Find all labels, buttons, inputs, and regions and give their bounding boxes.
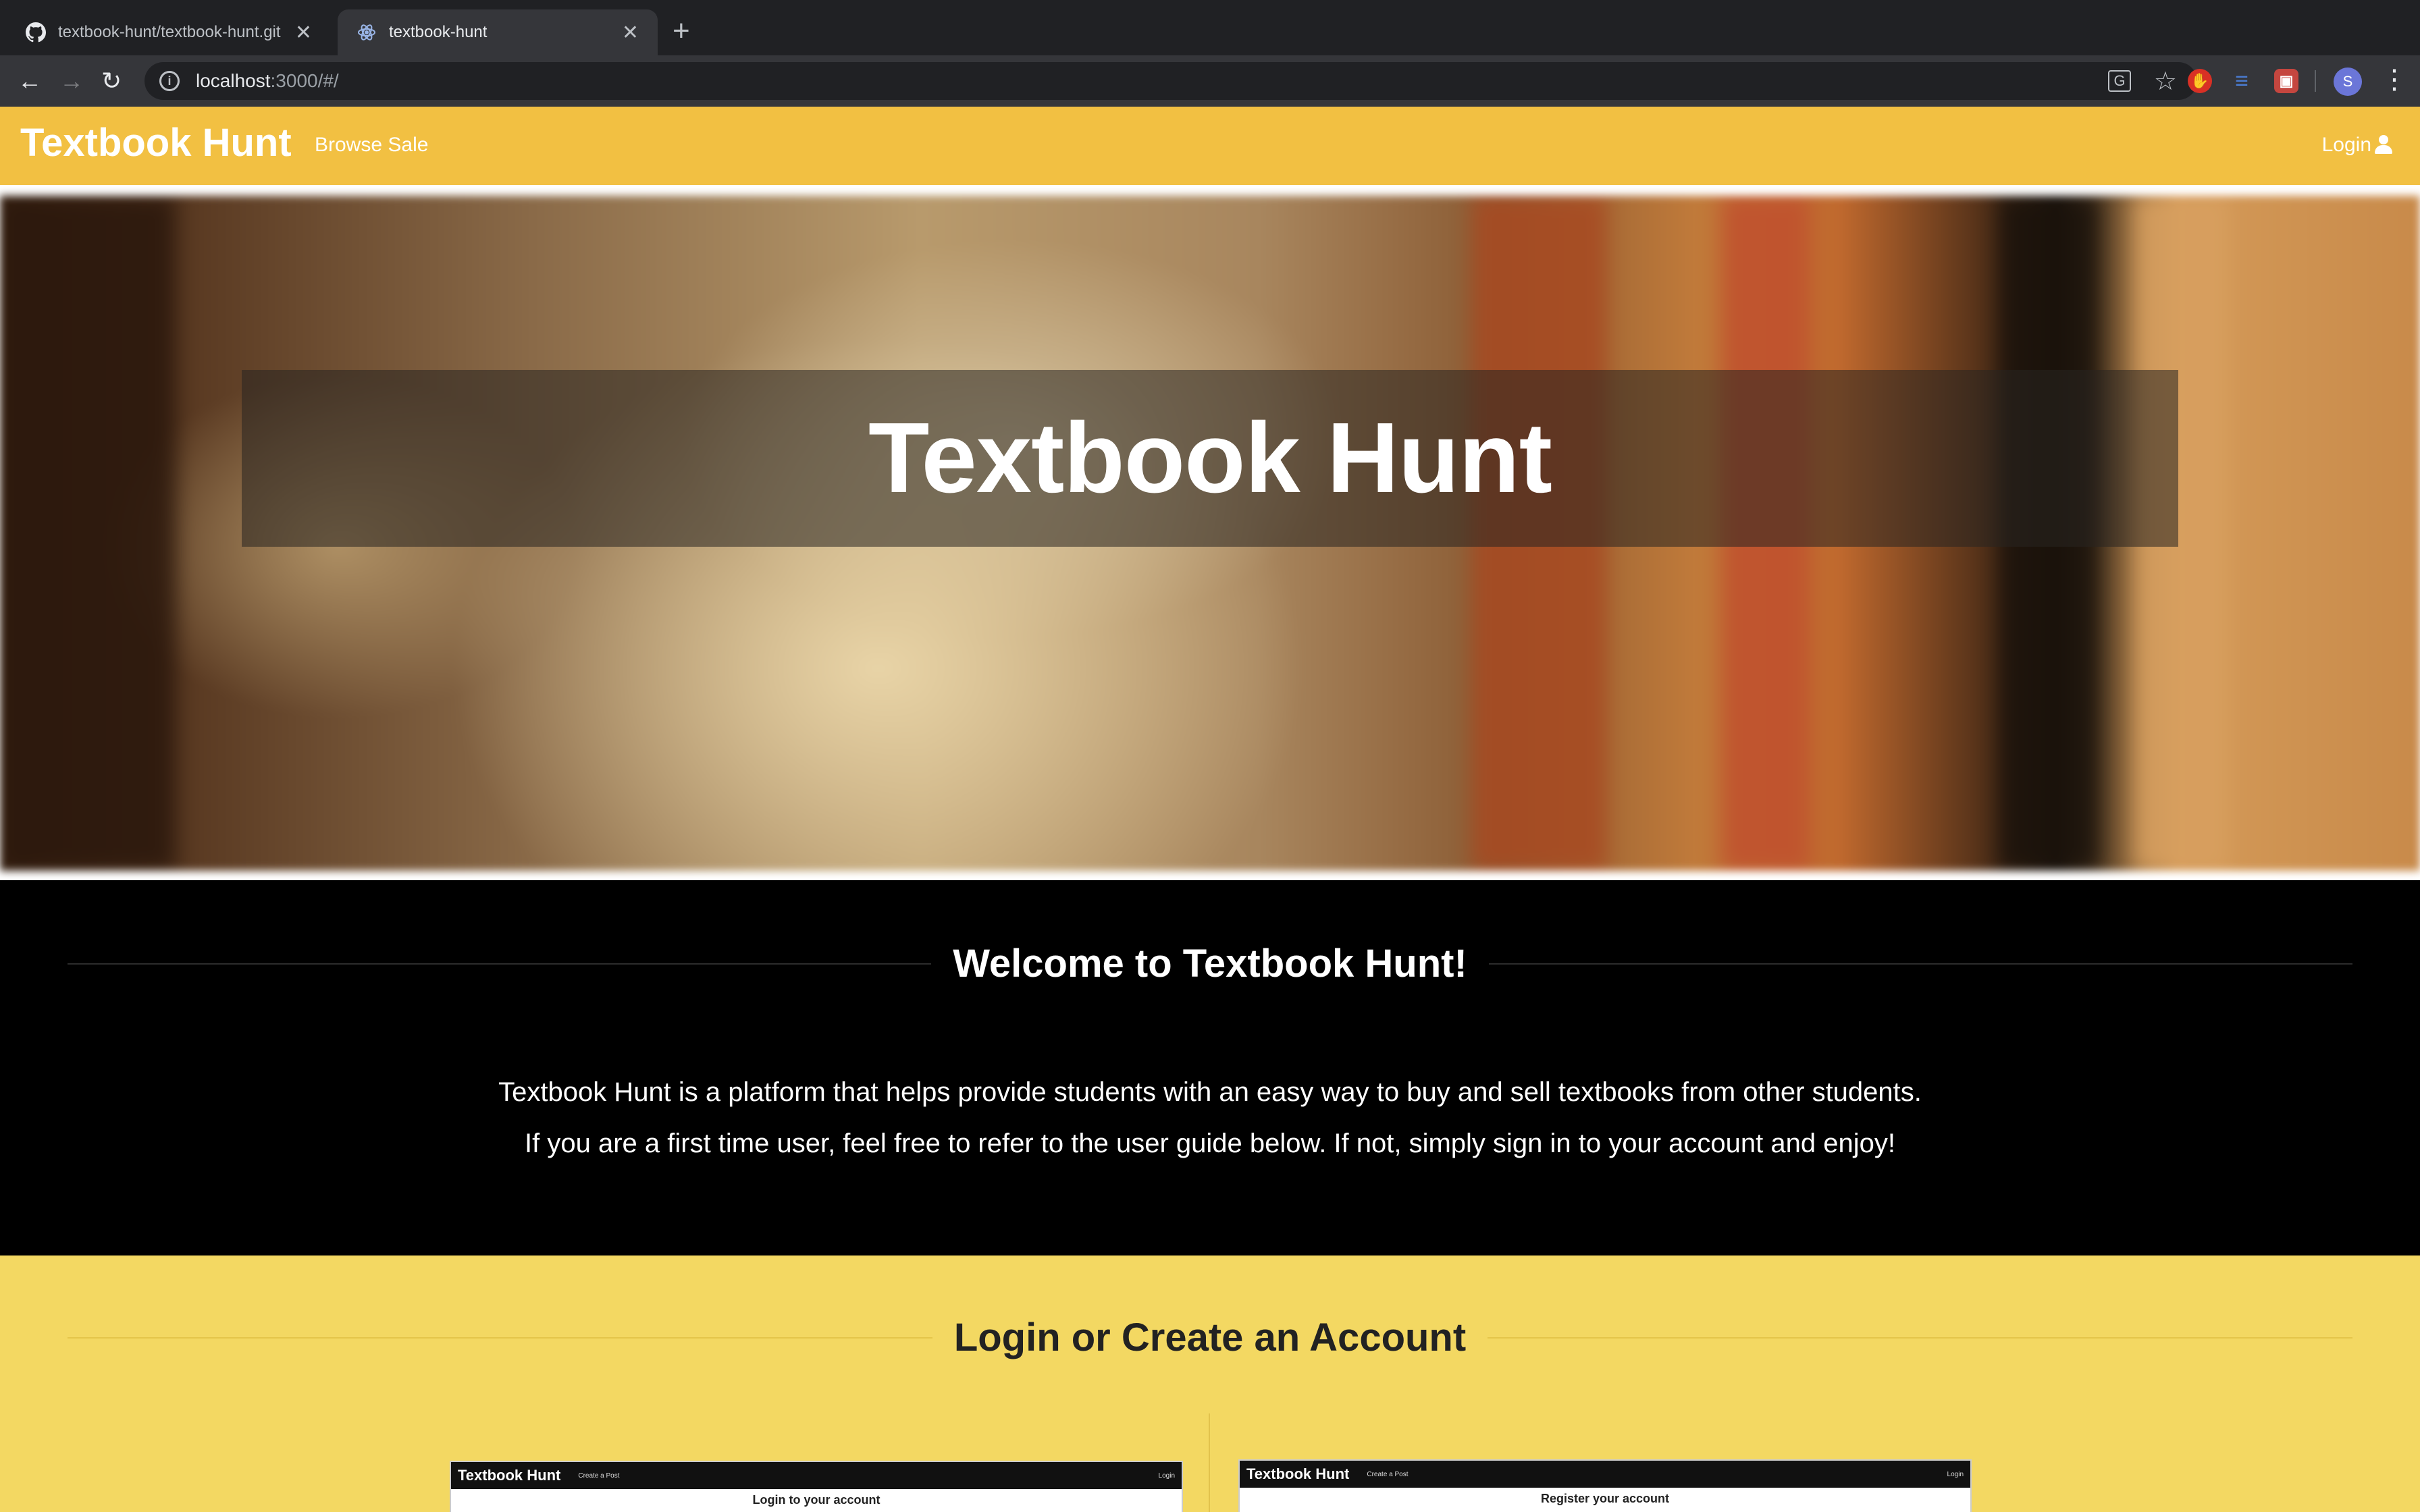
divider-line — [68, 963, 932, 965]
url-host: localhost — [196, 70, 271, 91]
navbar-brand[interactable]: Textbook Hunt — [20, 120, 292, 165]
user-icon — [2374, 135, 2393, 155]
welcome-text-line: If you are a first time user, feel free … — [525, 1129, 1895, 1158]
address-bar[interactable]: i localhost :3000/#/ G ☆ — [144, 62, 2197, 100]
mini-create-post: Create a Post — [1367, 1470, 1409, 1478]
hero-banner: Textbook Hunt — [242, 370, 2178, 547]
account-heading: Login or Create an Account — [953, 1316, 1467, 1359]
mini-login: Login — [1947, 1470, 1964, 1478]
mini-login: Login — [1158, 1472, 1175, 1480]
extension-adblock-icon[interactable]: ✋ — [2188, 69, 2212, 93]
hero-section: Textbook Hunt — [0, 185, 2420, 880]
login-label: Login — [2321, 134, 2371, 156]
account-section: Login or Create an Account Textbook Hunt… — [0, 1256, 2420, 1512]
mini-brand: Textbook Hunt — [1246, 1465, 1350, 1482]
account-header: Login or Create an Account — [68, 1315, 2352, 1360]
login-link[interactable]: Login — [2322, 134, 2393, 157]
reload-icon[interactable]: ↻ — [101, 68, 122, 94]
extension-dictionary-icon[interactable]: ≡ — [2230, 68, 2254, 94]
welcome-header: Welcome to Textbook Hunt! — [68, 941, 2353, 986]
site-navbar: Textbook Hunt Browse Sale Login — [0, 107, 2420, 185]
react-icon — [357, 22, 377, 43]
register-screenshot: Textbook Hunt Create a Post Login Regist… — [1238, 1459, 1972, 1512]
browser-tab-active[interactable]: textbook-hunt ✕ — [338, 9, 658, 55]
url-path: :3000/#/ — [270, 70, 339, 91]
welcome-text-line: Textbook Hunt is a platform that helps p… — [498, 1077, 1922, 1107]
close-tab-icon[interactable]: ✕ — [622, 21, 639, 45]
welcome-section: Welcome to Textbook Hunt! Textbook Hunt … — [0, 880, 2420, 1256]
browser-tab-bar: textbook-hunt/textbook-hunt.git ✕ textbo… — [0, 0, 2420, 55]
welcome-heading: Welcome to Textbook Hunt! — [953, 942, 1467, 986]
browser-toolbar: ← → ↻ i localhost :3000/#/ G ☆ ✋ ≡ ▣ S ⋮ — [0, 55, 2420, 107]
tab-title: textbook-hunt — [389, 23, 488, 41]
mini-title: Register your account — [1540, 1492, 1670, 1505]
mini-brand: Textbook Hunt — [458, 1467, 561, 1484]
back-arrow-icon[interactable]: ← — [18, 68, 42, 94]
browser-tab[interactable]: textbook-hunt/textbook-hunt.git ✕ — [7, 9, 331, 55]
extension-screenshot-icon[interactable]: ▣ — [2274, 69, 2298, 93]
profile-avatar[interactable]: S — [2334, 68, 2362, 96]
mini-navbar: Textbook Hunt Create a Post Login — [451, 1462, 1182, 1489]
site-info-icon[interactable]: i — [159, 71, 180, 91]
mini-title: Login to your account — [752, 1493, 880, 1507]
column-divider — [1209, 1413, 1210, 1512]
hero-title: Textbook Hunt — [868, 402, 1552, 514]
translate-icon[interactable]: G — [2108, 70, 2131, 92]
login-screenshot: Textbook Hunt Create a Post Login Login … — [450, 1461, 1183, 1512]
forward-arrow-icon[interactable]: → — [59, 68, 84, 94]
mini-create-post: Create a Post — [578, 1472, 620, 1480]
close-tab-icon[interactable]: ✕ — [295, 21, 312, 45]
github-icon — [26, 22, 46, 43]
new-tab-button[interactable]: + — [673, 16, 690, 46]
browser-menu-icon[interactable]: ⋮ — [2381, 65, 2408, 94]
divider-line — [1488, 1336, 2352, 1339]
toolbar-divider — [2315, 70, 2316, 92]
browse-sale-link[interactable]: Browse Sale — [315, 134, 428, 157]
divider-line — [68, 1336, 932, 1339]
bookmark-star-icon[interactable]: ☆ — [2154, 66, 2177, 97]
divider-line — [1488, 963, 2353, 965]
tab-title: textbook-hunt/textbook-hunt.git — [58, 23, 281, 41]
mini-navbar: Textbook Hunt Create a Post Login — [1240, 1461, 1970, 1488]
